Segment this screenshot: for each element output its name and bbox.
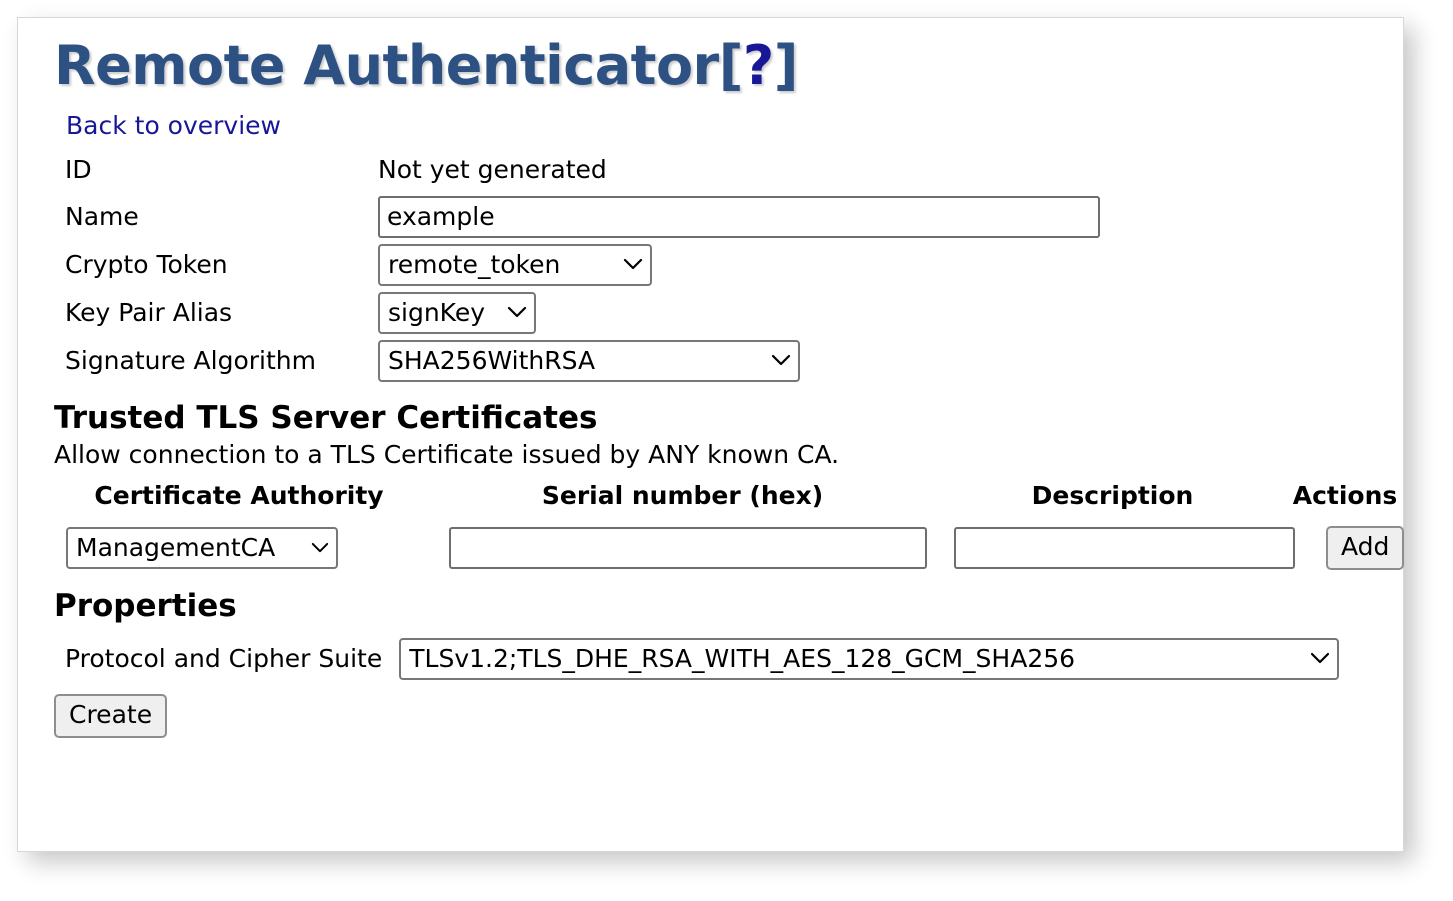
form-row-name: Name (65, 195, 1385, 238)
key-pair-alias-select-value: signKey (388, 298, 486, 328)
chevron-down-icon (623, 258, 643, 271)
protocol-cipher-suite-select-value: TLSv1.2;TLS_DHE_RSA_WITH_AES_128_GCM_SHA… (409, 644, 1076, 674)
cell-serial-number (436, 526, 954, 569)
back-to-overview-link[interactable]: Back to overview (66, 111, 281, 140)
page-title-bracket-open: [ (718, 34, 744, 97)
value-id: Not yet generated (378, 155, 607, 185)
column-header-actions: Actions (1292, 480, 1398, 510)
form-row-id: ID Not yet generated (65, 150, 1385, 190)
page-title-text: Remote Authenticator (54, 34, 719, 97)
help-link[interactable]: ? (743, 34, 774, 97)
chevron-down-icon (507, 306, 527, 319)
description-input[interactable] (954, 526, 1295, 569)
property-row-protocol-cipher-suite: Protocol and Cipher Suite TLSv1.2;TLS_DH… (65, 637, 1385, 680)
chevron-down-icon (1310, 652, 1330, 665)
form-row-crypto-token: Crypto Token remote_token (65, 243, 1385, 286)
table-row: ManagementCA Add (54, 525, 1405, 570)
crypto-token-select[interactable]: remote_token (378, 243, 652, 286)
serial-number-input[interactable] (449, 526, 927, 569)
label-protocol-cipher-suite: Protocol and Cipher Suite (65, 644, 383, 674)
trusted-certificates-table: Certificate Authority Serial number (hex… (54, 480, 1405, 570)
chevron-down-icon (311, 542, 329, 554)
column-header-certificate-authority: Certificate Authority (94, 480, 384, 510)
label-key-pair-alias: Key Pair Alias (65, 297, 233, 327)
label-name: Name (65, 201, 139, 231)
content-card: Remote Authenticator[?] Back to overview… (17, 17, 1405, 852)
crypto-token-select-value: remote_token (388, 250, 561, 280)
create-button[interactable]: Create (54, 693, 168, 738)
content-card-inner: Remote Authenticator[?] Back to overview… (18, 18, 1405, 851)
key-pair-alias-select[interactable]: signKey (378, 291, 536, 334)
certificates-section-description: Allow connection to a TLS Certificate is… (54, 439, 840, 469)
column-header-serial-number: Serial number (hex) (541, 480, 824, 510)
table-header-row: Certificate Authority Serial number (hex… (54, 480, 1397, 510)
label-crypto-token: Crypto Token (65, 249, 228, 279)
certificates-section-title: Trusted TLS Server Certificates (54, 399, 598, 436)
page-title-bracket-close: ] (773, 34, 799, 97)
column-header-description: Description (1031, 480, 1194, 510)
protocol-cipher-suite-select[interactable]: TLSv1.2;TLS_DHE_RSA_WITH_AES_128_GCM_SHA… (399, 637, 1340, 680)
signature-algorithm-select-value: SHA256WithRSA (388, 346, 596, 376)
cell-certificate-authority: ManagementCA (54, 526, 436, 569)
certificate-authority-select[interactable]: ManagementCA (66, 526, 338, 569)
add-button[interactable]: Add (1326, 525, 1405, 570)
page-title: Remote Authenticator[?] (54, 37, 1385, 95)
properties-block: Protocol and Cipher Suite TLSv1.2;TLS_DH… (36, 637, 1385, 680)
label-id: ID (65, 154, 92, 184)
form-row-signature-algorithm: Signature Algorithm SHA256WithRSA (65, 339, 1385, 382)
cell-description (954, 526, 1309, 569)
create-button-wrapper: Create (54, 693, 1385, 738)
name-input[interactable] (378, 195, 1100, 238)
signature-algorithm-select[interactable]: SHA256WithRSA (378, 339, 800, 382)
chevron-down-icon (771, 354, 791, 367)
cell-actions: Add (1309, 525, 1436, 570)
authenticator-form: ID Not yet generated Name Crypto Token r… (36, 150, 1385, 382)
page-root: Remote Authenticator[?] Back to overview… (0, 0, 1453, 901)
properties-section-title: Properties (54, 587, 237, 624)
label-signature-algorithm: Signature Algorithm (65, 345, 316, 375)
certificate-authority-select-value: ManagementCA (76, 533, 276, 563)
form-row-key-pair-alias: Key Pair Alias signKey (65, 291, 1385, 334)
